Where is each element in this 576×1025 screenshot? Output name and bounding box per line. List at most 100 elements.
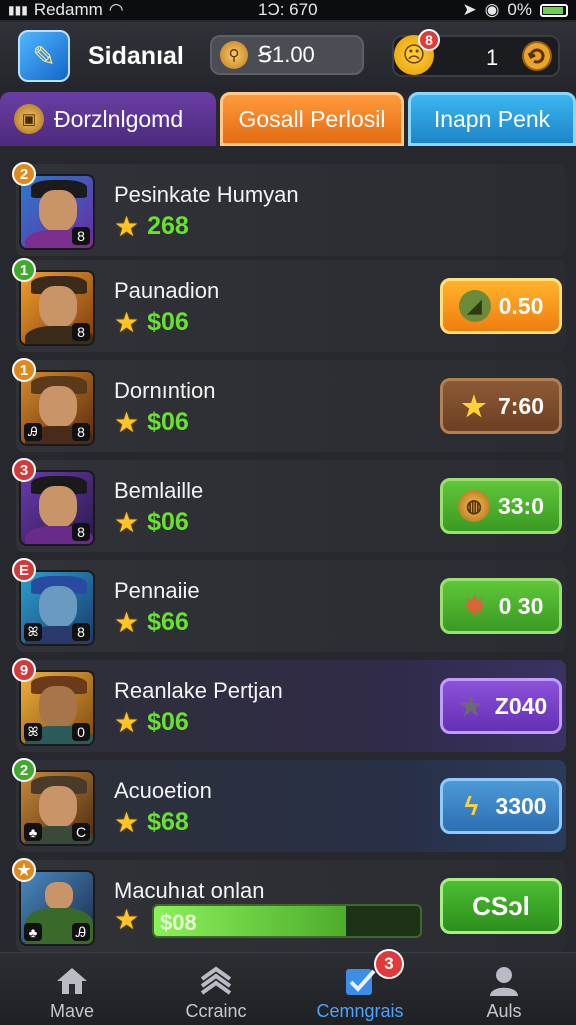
player-avatar: ꕤ 0 bbox=[19, 670, 95, 746]
reward-button[interactable]: ★ 7:60 bbox=[440, 378, 562, 434]
player-score: ★ $06 bbox=[114, 708, 189, 737]
gray-star-icon: ★ bbox=[459, 690, 483, 721]
battery-percent: 0% bbox=[507, 0, 532, 19]
player-level: 8 bbox=[72, 227, 90, 245]
carrier-name: Redamm bbox=[33, 0, 103, 19]
tab-global[interactable]: Gosall Perlosil bbox=[220, 92, 404, 146]
rank-badge: 9 bbox=[12, 658, 36, 682]
refresh-icon[interactable] bbox=[522, 41, 552, 71]
nav-label: Auls bbox=[486, 1001, 522, 1021]
score-value: $06 bbox=[147, 708, 189, 736]
star-icon: ★ bbox=[114, 706, 140, 738]
star-icon: ★ bbox=[114, 306, 140, 338]
leaderboard-row[interactable]: ♣ C 2 Acuoetion ★ $68 ϟ 3300 bbox=[12, 758, 566, 852]
leaderboard-row[interactable]: 8 2 Pesinkate Humyan ★ 268 bbox=[12, 162, 566, 256]
claim-button[interactable]: CSɔl bbox=[440, 878, 562, 934]
player-name: Macuhıat onlan bbox=[114, 878, 265, 903]
tab-label: Inapn Penk bbox=[433, 105, 551, 132]
app-logo-icon[interactable]: ✎ bbox=[18, 30, 70, 82]
tab-leaderboard[interactable]: ▣ Ðorzlnlgomd bbox=[0, 92, 216, 146]
coin-amount: Ꞩ1.00 bbox=[258, 42, 315, 67]
battery-icon bbox=[540, 3, 568, 17]
top-bar: ✎ Sidanıal ⚲ Ꞩ1.00 ☹ 8 1 bbox=[0, 22, 576, 92]
tab-bar: ▣ Ðorzlnlgomd Gosall Perlosil Inapn Penk bbox=[0, 92, 576, 148]
player-name: Paunadion bbox=[114, 278, 220, 303]
player-name: Acuoetion bbox=[114, 778, 212, 803]
nav-layers[interactable]: Ccrainc bbox=[144, 953, 288, 1025]
location-icon: ➤ bbox=[462, 0, 477, 19]
score-value: $06 bbox=[147, 408, 189, 436]
hat-icon: ◢ bbox=[458, 290, 491, 322]
house-icon bbox=[57, 968, 87, 994]
player-avatar: 8 bbox=[19, 270, 95, 346]
status-bar: ▮▮▮ Redamm ◠ 1Ɔ: 670 ➤ ◉ 0% bbox=[0, 0, 576, 20]
leaderboard-row[interactable]: ꕤ 0 9 Reanlake Pertjan ★ $06 ★ Z040 bbox=[12, 658, 566, 752]
person-icon bbox=[490, 967, 518, 996]
player-name: Bemlaille bbox=[114, 478, 204, 503]
player-tag: ♣ bbox=[24, 923, 42, 941]
leaderboard-row[interactable]: 8 3 Bemlaille ★ $06 ◍ 33:0 bbox=[12, 458, 566, 552]
alarm-icon: ◉ bbox=[484, 0, 500, 19]
reward-button[interactable]: ϟ 3300 bbox=[440, 778, 562, 834]
energy-count: 1 bbox=[486, 45, 499, 70]
nav-profile[interactable]: Auls bbox=[432, 953, 576, 1025]
rank-badge: E bbox=[12, 558, 36, 582]
star-icon: ★ bbox=[114, 210, 140, 242]
coin-balance[interactable]: ⚲ Ꞩ1.00 bbox=[210, 35, 364, 75]
star-icon: ★ bbox=[461, 390, 487, 422]
coin-icon: ⚲ bbox=[220, 41, 248, 69]
leaderboard-row[interactable]: Ꭿ 8 1 Dornıntion ★ $06 ★ 7:60 bbox=[12, 358, 566, 452]
nav-badge: 3 bbox=[374, 949, 404, 979]
player-name: Reanlake Pertjan bbox=[114, 678, 283, 703]
player-level: 0 bbox=[72, 723, 90, 741]
player-tag: ꕤ bbox=[24, 623, 42, 641]
player-level: 8 bbox=[72, 623, 90, 641]
star-icon: ★ bbox=[114, 506, 140, 538]
signal-icon: ▮▮▮ bbox=[8, 3, 28, 17]
player-tag: ♣ bbox=[24, 823, 42, 841]
status-right: ➤ ◉ 0% bbox=[462, 0, 568, 20]
player-name: Pennaiie bbox=[114, 578, 200, 603]
player-level: Ꭿ bbox=[72, 923, 90, 941]
score-value: 268 bbox=[147, 212, 189, 240]
ball-icon: ◍ bbox=[457, 490, 490, 522]
nav-label: Cemngrais bbox=[316, 1001, 404, 1021]
reward-value: 33:0 bbox=[497, 492, 545, 519]
tab-label: Gosall Perlosil bbox=[238, 105, 386, 132]
reward-button[interactable]: ✸ 0 30 bbox=[440, 578, 562, 634]
carrier-info: ▮▮▮ Redamm ◠ bbox=[8, 0, 124, 20]
nav-home[interactable]: Mave bbox=[0, 953, 144, 1025]
player-level: C bbox=[72, 823, 90, 841]
rank-badge: 2 bbox=[12, 758, 36, 782]
player-avatar: ꕤ 8 bbox=[19, 570, 95, 646]
rank-badge: 1 bbox=[12, 358, 36, 382]
reward-button[interactable]: ◍ 33:0 bbox=[440, 478, 562, 534]
player-level: 8 bbox=[72, 423, 90, 441]
player-score: ★ bbox=[114, 906, 139, 934]
leaderboard-row[interactable]: ꕤ 8 E Pennaiie ★ $66 ✸ 0 30 bbox=[12, 558, 566, 652]
reward-button[interactable]: ★ Z040 bbox=[440, 678, 562, 734]
reward-value: 0 30 bbox=[498, 592, 544, 619]
layers-icon bbox=[200, 966, 232, 995]
bolt-icon: ϟ bbox=[464, 790, 479, 821]
tab-friends[interactable]: Inapn Penk bbox=[408, 92, 576, 146]
player-level: 8 bbox=[72, 523, 90, 541]
score-progress-bar: $08 bbox=[152, 904, 422, 938]
player-score: ★ $66 bbox=[114, 608, 189, 637]
leaderboard-row[interactable]: ♣ Ꭿ ★ Macuhıat onlan ★ $08 CSɔl bbox=[12, 858, 566, 952]
energy-panel[interactable]: ☹ 8 1 bbox=[392, 29, 560, 77]
nav-challenges[interactable]: 3 Cemngrais bbox=[288, 949, 432, 1025]
energy-badge: 8 bbox=[418, 29, 440, 51]
status-time: 1Ɔ: 670 bbox=[258, 0, 318, 19]
nav-label: Ccrainc bbox=[185, 1001, 247, 1021]
star-icon: ★ bbox=[114, 606, 140, 638]
star-icon: ★ bbox=[114, 406, 140, 438]
rank-badge: ★ bbox=[12, 858, 36, 882]
player-avatar: ♣ Ꭿ bbox=[19, 870, 95, 946]
reward-button[interactable]: ◢ 0.50 bbox=[440, 278, 562, 334]
player-level: 8 bbox=[72, 323, 90, 341]
leaderboard-row[interactable]: 8 1 Paunadion ★ $06 ◢ 0.50 bbox=[12, 258, 566, 352]
reward-value: Z040 bbox=[494, 692, 548, 719]
player-score: ★ $06 bbox=[114, 308, 189, 337]
player-tag: ꕤ bbox=[24, 723, 42, 741]
